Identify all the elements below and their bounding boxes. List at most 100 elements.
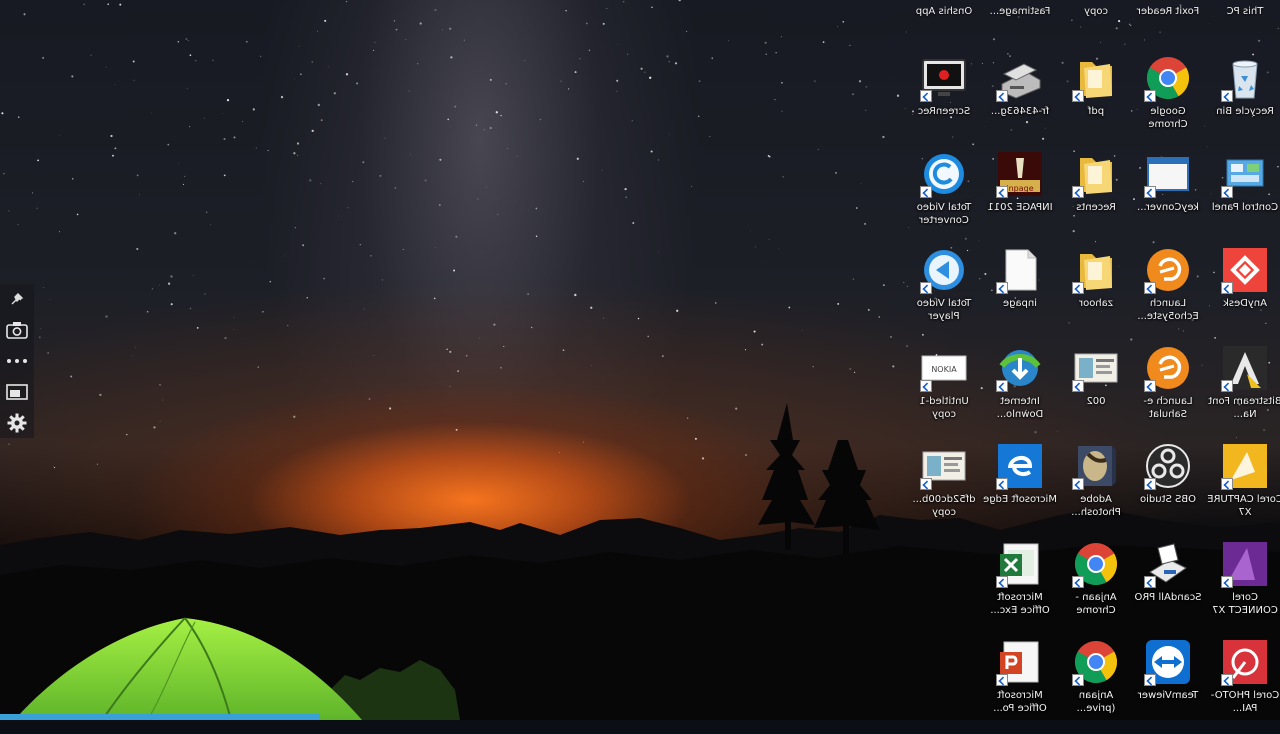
edge-icon <box>996 442 1044 490</box>
desktop-shortcut-label[interactable]: Onshis App <box>906 6 982 17</box>
corel-connect-icon <box>1221 540 1269 588</box>
desktop-shortcut-label: Anjaan (prive... <box>1076 690 1116 714</box>
corel-capture-icon <box>1221 442 1269 490</box>
desktop-shortcut-label: Corel PHOTO-PAI... <box>1210 690 1280 714</box>
desktop-shortcut-label: Microsoft Office Exc... <box>990 592 1050 616</box>
video-converter-icon <box>920 150 968 198</box>
desktop-shortcut-label[interactable]: copy <box>1058 6 1134 17</box>
desktop-shortcut-label: Adobe Photosh... <box>1071 494 1121 518</box>
excel-icon <box>996 540 1044 588</box>
desktop-shortcut-label: Internet Downlo... <box>996 396 1044 420</box>
desktop-shortcut[interactable]: df52dc00b... copy <box>906 442 982 538</box>
desktop-shortcut-label[interactable]: This PC <box>1207 6 1280 17</box>
chrome-icon <box>1072 540 1120 588</box>
desktop-shortcut[interactable]: Total Video Player <box>906 246 982 342</box>
desktop-shortcut-label: pdf <box>1087 106 1105 117</box>
taskbar-edge <box>0 714 320 720</box>
scanner-app-icon <box>1144 540 1192 588</box>
desktop-shortcut-label: Total Video Player <box>916 298 972 322</box>
video-player-icon <box>920 246 968 294</box>
photo-thumbnail-icon <box>920 442 968 490</box>
desktop-shortcut-label: Untitled-1 copy <box>919 396 969 420</box>
corel-photo-icon <box>1221 638 1269 686</box>
desktop-shortcut[interactable]: 002 <box>1058 344 1134 440</box>
desktop-shortcut-label[interactable]: Fastimage... <box>982 6 1058 17</box>
control-panel-icon <box>1221 150 1269 198</box>
desktop-shortcut-label: Bitstream Font Na... <box>1208 396 1280 420</box>
desktop-shortcut-label: Corel CAPTURE X7 <box>1207 494 1280 518</box>
folder-icon <box>1072 54 1120 102</box>
launcher-orange-icon <box>1144 344 1192 392</box>
desktop-shortcut-label: Corel CONNECT X7 <box>1212 592 1278 616</box>
screen-recorder-icon <box>920 54 968 102</box>
desktop-shortcut-label: fr-43463g... <box>990 106 1050 117</box>
folder-icon <box>1072 246 1120 294</box>
desktop-shortcut-label: Recycle Bin <box>1216 106 1274 117</box>
desktop-shortcut[interactable]: OBS Studio <box>1130 442 1206 538</box>
desktop-shortcut[interactable]: ScreenRec <box>906 54 982 150</box>
desktop-shortcut[interactable]: Total Video Converter <box>906 150 982 246</box>
desktop-shortcut-label: INPAGE 2011 <box>987 202 1053 213</box>
more-dots-icon[interactable] <box>5 350 29 372</box>
desktop-shortcut-label: OBS Studio <box>1140 494 1196 505</box>
desktop-shortcut[interactable]: ScandAll PRO <box>1130 540 1206 636</box>
desktop-shortcut[interactable]: Microsoft Office Exc... <box>982 540 1058 636</box>
desktop-shortcut-label: Anjaan - Chrome <box>1075 592 1117 616</box>
window-app-icon <box>1144 150 1192 198</box>
desktop-shortcut-label: Launch e-Sahulat <box>1143 396 1193 420</box>
desktop-shortcut-label[interactable]: Foxit Reader <box>1130 6 1206 17</box>
desktop-shortcut[interactable]: Launch Echo5yste... <box>1130 246 1206 342</box>
desktop-shortcut[interactable]: Microsoft Edge <box>982 442 1058 538</box>
svg-text:inpage: inpage <box>1006 184 1033 193</box>
desktop-shortcut[interactable]: Google Chrome <box>1130 54 1206 150</box>
desktop-shortcut[interactable]: pdf <box>1058 54 1134 150</box>
desktop-shortcut[interactable]: inpage <box>982 246 1058 342</box>
launcher-orange-icon <box>1144 246 1192 294</box>
folder-icon <box>1072 150 1120 198</box>
desktop-shortcut-label: Recents <box>1076 202 1116 213</box>
photo-thumbnail-icon <box>1072 344 1120 392</box>
desktop-shortcut-label: Google Chrome <box>1148 106 1188 130</box>
chrome-icon <box>1144 54 1192 102</box>
desktop-shortcut-label: Microsoft Office Po... <box>993 690 1047 714</box>
desktop-shortcut[interactable]: Bitstream Font Na... <box>1207 344 1280 440</box>
desktop-shortcut-label: Launch Echo5yste... <box>1137 298 1199 322</box>
desktop-shortcut-label: ScreenRec <box>917 106 971 117</box>
side-tool-panel <box>0 284 34 438</box>
desktop-shortcut[interactable]: Anjaan - Chrome <box>1058 540 1134 636</box>
desktop-shortcut-label: 002 <box>1086 396 1106 407</box>
scanner-device-icon <box>996 54 1044 102</box>
desktop-shortcut-label: Control Panel <box>1211 202 1279 213</box>
screen-capture-icon[interactable] <box>5 381 29 403</box>
download-manager-icon <box>996 344 1044 392</box>
pin-icon[interactable] <box>5 288 29 310</box>
desktop-shortcut-label: Total Video Converter <box>916 202 972 226</box>
anydesk-icon <box>1221 246 1269 294</box>
gear-icon[interactable] <box>5 412 29 434</box>
desktop-shortcut-label: ScandAll PRO <box>1134 592 1202 603</box>
desktop-shortcut[interactable]: inpage INPAGE 2011 <box>982 150 1058 246</box>
teamviewer-icon <box>1144 638 1192 686</box>
inpage-icon: inpage <box>996 150 1044 198</box>
desktop-shortcut[interactable]: Internet Downlo... <box>982 344 1058 440</box>
image-file-icon: NOKIA <box>920 344 968 392</box>
desktop-shortcut[interactable]: NOKIA Untitled-1 copy <box>906 344 982 440</box>
desktop-shortcut[interactable]: AnyDesk <box>1207 246 1280 342</box>
desktop-shortcut[interactable]: Recycle Bin <box>1207 54 1280 150</box>
desktop-shortcut[interactable]: Control Panel <box>1207 150 1280 246</box>
font-app-icon <box>1221 344 1269 392</box>
desktop-shortcut[interactable]: Adobe Photosh... <box>1058 442 1134 538</box>
desktop-shortcut[interactable]: Recents <box>1058 150 1134 246</box>
desktop-shortcut[interactable]: Corel CAPTURE X7 <box>1207 442 1280 538</box>
camera-icon[interactable] <box>5 319 29 341</box>
powerpoint-icon <box>996 638 1044 686</box>
desktop-shortcut[interactable]: fr-43463g... <box>982 54 1058 150</box>
desktop-shortcut[interactable]: keyConver... <box>1130 150 1206 246</box>
desktop-shortcut-label: Microsoft Edge <box>983 494 1057 505</box>
desktop-shortcut-label: TeamViewer <box>1137 690 1199 701</box>
desktop-shortcut[interactable]: zahoor <box>1058 246 1134 342</box>
desktop-shortcut[interactable]: Launch e-Sahulat <box>1130 344 1206 440</box>
photoshop-icon <box>1072 442 1120 490</box>
svg-text:NOKIA: NOKIA <box>931 365 957 374</box>
desktop-shortcut[interactable]: Corel CONNECT X7 <box>1207 540 1280 636</box>
